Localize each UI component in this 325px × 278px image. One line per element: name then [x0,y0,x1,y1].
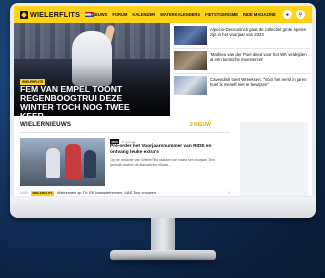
monitor-chin [10,197,316,218]
logo-text: WIELERFLITS [30,10,81,19]
featured-title[interactable]: Pre-order het Voorjaarsnummer van RIDE e… [110,144,220,155]
comment-count: 0 [228,191,230,195]
hero-title[interactable]: FEM VAN EMPEL TOONT REGENBOOGTRUI DEZE W… [20,85,140,117]
photo-figure [65,144,81,180]
section-title: WIELERNIEUWS [20,121,72,128]
side-thumb-3 [174,76,207,95]
side-thumb-1 [174,26,207,45]
hero-article[interactable]: WIELERFLITS FEM VAN EMPEL TOONT REGENBOO… [14,23,170,116]
nav-item-fietstoerisme[interactable]: FIETSTOERISME [205,12,238,17]
nav-item-forum[interactable]: FORUM [112,12,127,17]
nav-item-ride-magazine[interactable]: RIDE MAGAZINE [243,12,276,17]
divider [20,132,230,133]
side-thumb-2 [174,51,207,70]
side-article-3[interactable]: Cavendish toert Wreeksen: "Voor het eers… [174,76,310,96]
side-title-2[interactable]: 'Mathieu van der Poel deed voor het WK v… [210,52,310,62]
search-icon[interactable]: ⚲ [296,10,305,19]
side-article-1[interactable]: Alpecin-Deceuninck gaat de collectief gr… [174,26,310,46]
timestamp: 16:50 [20,191,28,195]
timestamp: 17 minuten [121,139,137,144]
monitor-stand [151,218,175,252]
side-title-3[interactable]: Cavendish toert Wreeksen: "Voor het eers… [210,77,310,87]
news-section: WIELERNIEUWS 2 NIEUW RDS 17 minuten Pre-… [14,116,236,196]
side-article-2[interactable]: 'Mathieu van der Poel deed voor het WK v… [174,51,310,71]
photo-figure [84,150,96,178]
featured-description: Op de redactie van WielerFlits stakken w… [110,158,216,167]
floor-shadow [104,259,222,265]
nav-item-waterkalenders[interactable]: WATERKALENDERS [160,12,200,17]
side-title-1[interactable]: Alpecin-Deceuninck gaat de collectief gr… [210,27,310,37]
user-icon[interactable]: ● [283,10,292,19]
new-count-badge[interactable]: 2 NIEUW [190,122,211,128]
main-nav: NIEUWS FORUM KALENDER WATERKALENDERS FIE… [91,12,276,17]
site-header: WIELERFLITS NIEUWS FORUM KALENDER WATERK… [14,6,312,23]
list-item[interactable]: 16:50 WIELERFLITS Wielrennen op TV: EK b… [20,190,230,196]
sidebar-placeholder [240,122,308,196]
photo-figure [46,148,60,178]
nav-item-kalender[interactable]: KALENDER [132,12,155,17]
category-badge: WIELERFLITS [30,190,54,196]
divider [174,73,310,74]
nav-item-nieuws[interactable]: NIEUWS [91,12,107,17]
divider [174,48,310,49]
logo-icon [20,10,28,19]
site-logo[interactable]: WIELERFLITS [20,10,95,19]
featured-image[interactable] [20,138,105,186]
screen: WIELERFLITS NIEUWS FORUM KALENDER WATERK… [14,6,312,196]
list-item-title[interactable]: Wielrennen op TV: EK baanwielrennen, UAE… [57,191,156,195]
